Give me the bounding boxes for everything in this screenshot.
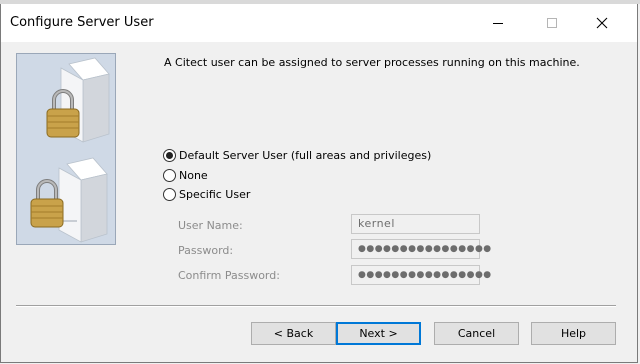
radio-button[interactable] <box>163 169 176 182</box>
next-button[interactable]: Next > <box>336 322 421 345</box>
username-field[interactable]: kernel <box>351 214 480 234</box>
radio-specific-user[interactable]: Specific User <box>163 188 250 201</box>
window-title: Configure Server User <box>10 15 154 30</box>
radio-label: Specific User <box>179 188 251 201</box>
radio-button[interactable] <box>163 149 176 162</box>
radio-default-server-user[interactable]: Default Server User (full areas and priv… <box>163 149 431 162</box>
title-bar: Configure Server User <box>1 4 637 42</box>
back-button[interactable]: < Back <box>251 322 336 345</box>
radio-label: None <box>179 169 208 182</box>
username-label: User Name: <box>178 219 243 232</box>
minimize-icon <box>493 23 503 24</box>
minimize-button[interactable] <box>475 4 521 42</box>
confirm-password-label: Confirm Password: <box>178 269 280 282</box>
maximize-button[interactable] <box>529 4 575 42</box>
password-field[interactable]: ●●●●●●●●●●●●●●●● <box>351 239 491 259</box>
help-button[interactable]: Help <box>531 322 616 345</box>
side-graphic-panel <box>16 53 116 245</box>
radio-none[interactable]: None <box>163 169 208 182</box>
server-lock-icon <box>30 57 110 243</box>
close-button[interactable] <box>579 4 625 42</box>
radio-label: Default Server User (full areas and priv… <box>179 149 432 162</box>
password-label: Password: <box>178 244 234 257</box>
intro-text: A Citect user can be assigned to server … <box>164 56 580 69</box>
confirm-password-field[interactable]: ●●●●●●●●●●●●●●●● <box>351 265 491 285</box>
close-icon <box>596 17 608 29</box>
maximize-icon <box>547 18 557 28</box>
radio-button[interactable] <box>163 188 176 201</box>
cancel-button[interactable]: Cancel <box>434 322 519 345</box>
dialog-window: Configure Server User A Citect user can … <box>0 4 638 363</box>
separator <box>16 305 616 307</box>
